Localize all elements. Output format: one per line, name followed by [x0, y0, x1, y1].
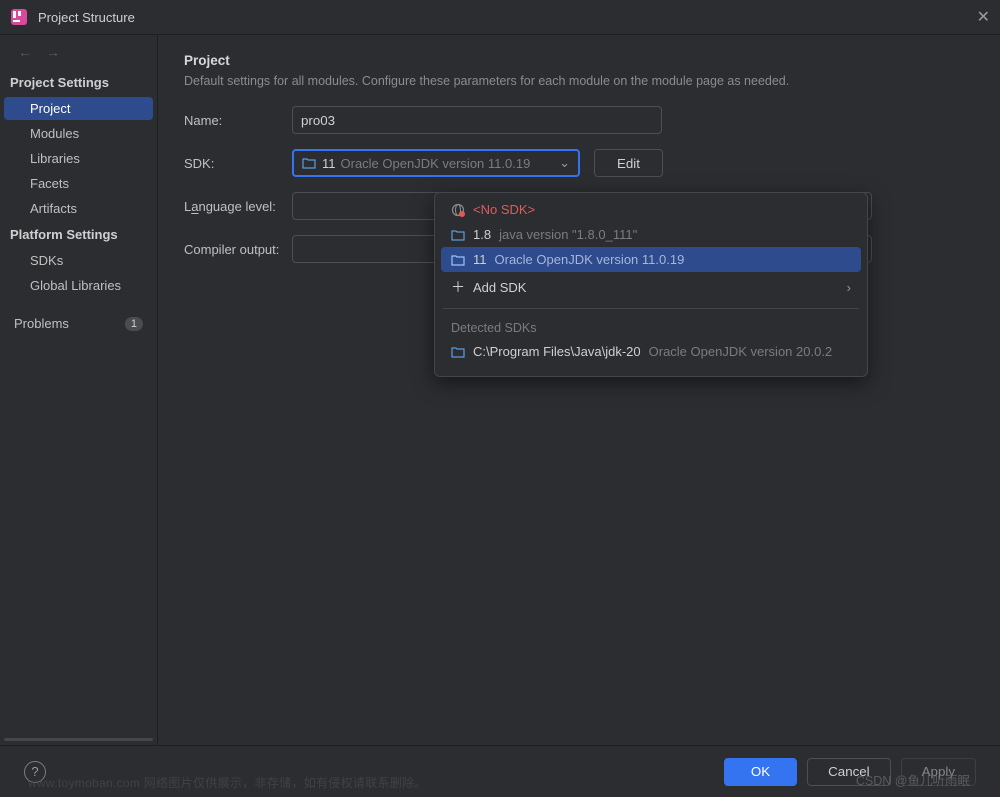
folder-icon — [302, 157, 316, 169]
dropdown-item-secondary: java version "1.8.0_111" — [499, 227, 637, 242]
close-icon[interactable]: ✕ — [977, 7, 990, 27]
name-row: Name: — [184, 106, 974, 134]
sidebar-item-global-libraries[interactable]: Global Libraries — [4, 274, 153, 297]
sidebar-item-libraries[interactable]: Libraries — [4, 147, 153, 170]
help-icon[interactable]: ? — [24, 761, 46, 783]
sidebar-item-sdks[interactable]: SDKs — [4, 249, 153, 272]
nav-forward-icon[interactable]: → — [46, 44, 60, 60]
project-settings-header: Project Settings — [0, 69, 157, 96]
dropdown-item-label: C:\Program Files\Java\jdk-20 — [473, 344, 641, 359]
main-panel: Project Default settings for all modules… — [158, 35, 1000, 745]
titlebar: Project Structure ✕ — [0, 0, 1000, 35]
sidebar-scroll-indicator — [4, 738, 153, 741]
sidebar-item-artifacts[interactable]: Artifacts — [4, 197, 153, 220]
ok-button[interactable]: OK — [724, 758, 797, 786]
window-title: Project Structure — [38, 10, 977, 25]
globe-icon — [451, 203, 465, 217]
dropdown-sdk-11[interactable]: 11 Oracle OpenJDK version 11.0.19 — [441, 247, 861, 272]
sdk-select[interactable]: 11 Oracle OpenJDK version 11.0.19 ⌄ — [292, 149, 580, 177]
chevron-down-icon: ⌄ — [559, 155, 570, 171]
sdk-label: SDK: — [184, 156, 292, 171]
sidebar-item-project[interactable]: Project — [4, 97, 153, 120]
compiler-output-label: Compiler output: — [184, 242, 292, 257]
detected-sdks-label: Detected SDKs — [441, 315, 861, 339]
dropdown-item-label: <No SDK> — [473, 202, 535, 217]
sidebar-item-problems[interactable]: Problems 1 — [4, 312, 153, 335]
folder-icon — [451, 229, 465, 241]
name-label: Name: — [184, 113, 292, 128]
page-title: Project — [184, 53, 974, 68]
app-icon — [10, 8, 28, 26]
sidebar-item-label: Global Libraries — [30, 278, 121, 293]
dropdown-divider — [443, 308, 859, 309]
folder-icon — [451, 254, 465, 266]
folder-icon — [451, 346, 465, 358]
sidebar-item-label: Libraries — [30, 151, 80, 166]
page-description: Default settings for all modules. Config… — [184, 74, 974, 88]
footer: ? OK Cancel Apply — [0, 745, 1000, 797]
chevron-right-icon: › — [847, 280, 851, 295]
dropdown-detected-jdk20[interactable]: C:\Program Files\Java\jdk-20 Oracle Open… — [441, 339, 861, 364]
sidebar: ← → Project Settings Project Modules Lib… — [0, 35, 158, 745]
sdk-secondary: Oracle OpenJDK version 11.0.19 — [341, 156, 531, 171]
dropdown-item-secondary: Oracle OpenJDK version 11.0.19 — [495, 252, 685, 267]
sdk-row: SDK: 11 Oracle OpenJDK version 11.0.19 ⌄… — [184, 149, 974, 177]
name-input[interactable] — [292, 106, 662, 134]
dropdown-item-label: Add SDK — [473, 280, 526, 295]
nav-back-icon[interactable]: ← — [18, 44, 32, 60]
sidebar-item-label: Artifacts — [30, 201, 77, 216]
sidebar-item-label: Problems — [14, 316, 69, 331]
sdk-primary: 11 — [322, 156, 336, 171]
dropdown-item-label: 1.8 — [473, 227, 491, 242]
sidebar-item-label: SDKs — [30, 253, 63, 268]
dropdown-item-label: 11 — [473, 252, 487, 267]
dropdown-add-sdk[interactable]: ＋ Add SDK › — [441, 272, 861, 302]
platform-settings-header: Platform Settings — [0, 221, 157, 248]
sidebar-item-label: Facets — [30, 176, 69, 191]
dropdown-sdk-1.8[interactable]: 1.8 java version "1.8.0_111" — [441, 222, 861, 247]
apply-button[interactable]: Apply — [901, 758, 976, 786]
sdk-dropdown: <No SDK> 1.8 java version "1.8.0_111" 11… — [434, 192, 868, 377]
sidebar-item-label: Project — [30, 101, 70, 116]
sidebar-item-facets[interactable]: Facets — [4, 172, 153, 195]
language-level-label: Language level: — [184, 199, 292, 214]
edit-sdk-button[interactable]: Edit — [594, 149, 663, 177]
cancel-button[interactable]: Cancel — [807, 758, 891, 786]
plus-icon: ＋ — [451, 277, 465, 297]
problems-count-badge: 1 — [125, 317, 143, 331]
sidebar-item-modules[interactable]: Modules — [4, 122, 153, 145]
dropdown-no-sdk[interactable]: <No SDK> — [441, 197, 861, 222]
sidebar-item-label: Modules — [30, 126, 79, 141]
dropdown-item-secondary: Oracle OpenJDK version 20.0.2 — [649, 344, 833, 359]
nav-arrows: ← → — [0, 35, 157, 69]
